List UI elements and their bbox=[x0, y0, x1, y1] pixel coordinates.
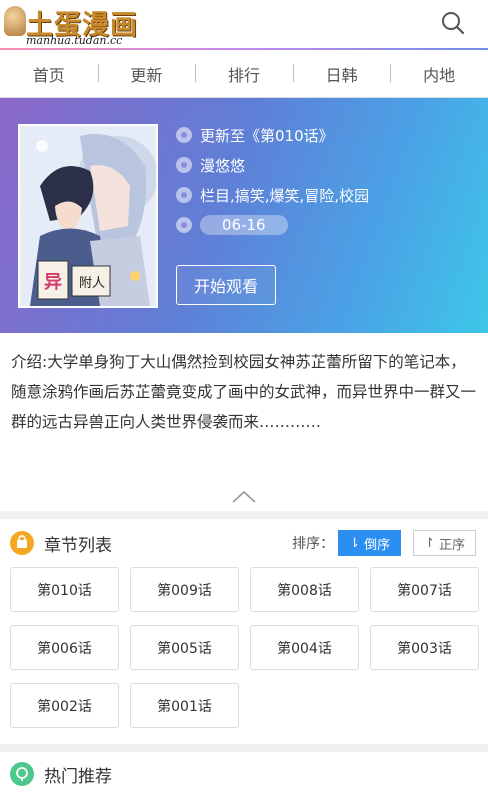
chapter-list-title: 章节列表 bbox=[44, 535, 112, 556]
nav-item-mainland[interactable]: 内地 bbox=[390, 62, 488, 86]
clock-icon bbox=[176, 217, 192, 233]
sort-desc-label: 倒序 bbox=[364, 537, 391, 553]
comic-cover[interactable]: 异 附人 bbox=[18, 124, 158, 308]
chapter-button[interactable]: 第005话 bbox=[130, 625, 239, 670]
start-reading-button[interactable]: 开始观看 bbox=[176, 265, 276, 305]
svg-text:异: 异 bbox=[44, 272, 62, 293]
arrow-down-icon: ⇂ bbox=[349, 535, 361, 551]
recommend-icon bbox=[10, 762, 34, 786]
hot-recommend-header: 热门推荐 bbox=[0, 752, 488, 796]
chapter-button[interactable]: 第002话 bbox=[10, 683, 119, 728]
chapter-button[interactable]: 第009话 bbox=[130, 567, 239, 612]
comic-hero: 异 附人 更新至《第010话》 漫悠悠 栏目,搞笑,爆笑,冒险,校园 06-16… bbox=[0, 98, 488, 333]
latest-chapter: 更新至《第010话》 bbox=[200, 126, 334, 145]
svg-text:附人: 附人 bbox=[79, 276, 105, 291]
sort-asc-label: 正序 bbox=[438, 537, 465, 553]
logo-subtitle: manhua.tudan.cc bbox=[26, 34, 123, 47]
author-name: 漫悠悠 bbox=[200, 156, 246, 175]
sort-controls: 排序： ⇂ 倒序 ↾ 正序 bbox=[292, 530, 476, 556]
nav-item-japan-korea[interactable]: 日韩 bbox=[292, 62, 391, 86]
main-nav: 首页 更新 排行 日韩 内地 bbox=[0, 50, 488, 98]
chapter-button[interactable]: 第003话 bbox=[370, 625, 479, 670]
sort-asc-button[interactable]: ↾ 正序 bbox=[413, 530, 476, 556]
chapter-button[interactable]: 第004话 bbox=[250, 625, 359, 670]
user-icon bbox=[176, 127, 192, 143]
nav-item-updates[interactable]: 更新 bbox=[97, 62, 196, 86]
page: 土蛋漫画 manhua.tudan.cc 首页 更新 排行 日韩 内地 异 附人… bbox=[0, 0, 488, 809]
genre-tags: 栏目,搞笑,爆笑,冒险,校园 bbox=[200, 186, 370, 205]
chapter-list-header: 章节列表 排序： ⇂ 倒序 ↾ 正序 bbox=[0, 519, 488, 567]
nav-item-ranking[interactable]: 排行 bbox=[195, 62, 293, 86]
info-tags: 栏目,搞笑,爆笑,冒险,校园 bbox=[176, 184, 369, 206]
update-date: 06-16 bbox=[200, 215, 288, 235]
sort-desc-button[interactable]: ⇂ 倒序 bbox=[338, 530, 402, 556]
chapter-button[interactable]: 第006话 bbox=[10, 625, 119, 670]
chapter-button[interactable]: 第008话 bbox=[250, 567, 359, 612]
tag-icon bbox=[176, 187, 192, 203]
top-bar: 土蛋漫画 manhua.tudan.cc bbox=[0, 0, 488, 50]
info-date: 06-16 bbox=[176, 214, 369, 236]
chevron-up-icon[interactable] bbox=[231, 490, 257, 504]
chapter-grid: 第010话 第009话 第008话 第007话 第006话 第005话 第004… bbox=[0, 567, 488, 728]
info-latest: 更新至《第010话》 bbox=[176, 124, 369, 146]
nav-item-home[interactable]: 首页 bbox=[0, 62, 98, 86]
comic-info: 更新至《第010话》 漫悠悠 栏目,搞笑,爆笑,冒险,校园 06-16 bbox=[176, 124, 369, 244]
info-author: 漫悠悠 bbox=[176, 154, 369, 176]
logo-egg-icon bbox=[4, 6, 26, 36]
bag-icon bbox=[10, 531, 34, 555]
chapter-button[interactable]: 第007话 bbox=[370, 567, 479, 612]
comic-description: 介绍:大学单身狗丁大山偶然捡到校园女神苏芷蕾所留下的笔记本，随意涂鸦作画后苏芷蕾… bbox=[11, 353, 477, 431]
arrow-up-icon: ↾ bbox=[424, 535, 435, 551]
expand-toggle[interactable] bbox=[0, 483, 488, 519]
sort-label: 排序： bbox=[292, 536, 335, 552]
hot-recommend-title: 热门推荐 bbox=[44, 766, 112, 787]
site-logo[interactable]: 土蛋漫画 manhua.tudan.cc bbox=[4, 2, 144, 47]
search-icon[interactable] bbox=[440, 10, 466, 36]
tag-icon bbox=[176, 157, 192, 173]
chapter-button[interactable]: 第001话 bbox=[130, 683, 239, 728]
section-divider bbox=[0, 744, 488, 752]
chapter-button[interactable]: 第010话 bbox=[10, 567, 119, 612]
